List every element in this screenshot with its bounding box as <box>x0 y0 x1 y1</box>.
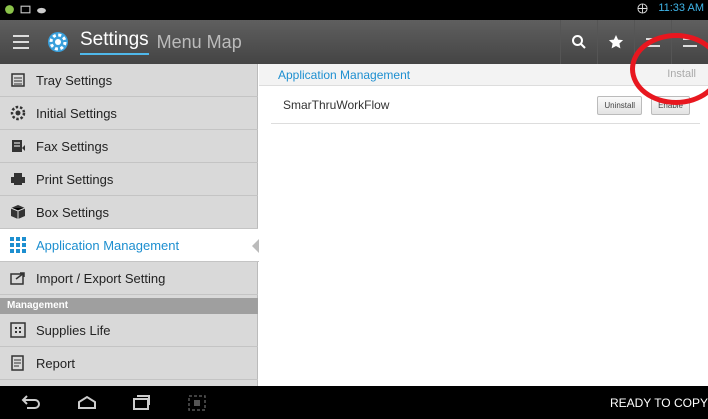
sidebar-item-label: Initial Settings <box>36 105 117 121</box>
app-header: Settings Menu Map <box>0 20 708 64</box>
device-status: READY TO COPY <box>609 396 708 410</box>
recent-apps-icon[interactable] <box>130 394 152 412</box>
clock: 11:33 AM <box>658 2 704 14</box>
uninstall-button[interactable]: Uninstall <box>597 96 642 115</box>
sidebar-item-print-settings[interactable]: Print Settings <box>0 163 258 196</box>
section-header-management: Management <box>0 298 258 314</box>
report-icon <box>10 355 26 371</box>
page-title: Settings <box>80 29 149 55</box>
notification-icon <box>5 5 14 14</box>
sidebar-item-fax-settings[interactable]: Fax Settings <box>0 130 258 163</box>
import-export-icon <box>10 270 26 286</box>
sidebar: Tray Settings Initial Settings Fax Setti… <box>0 64 261 386</box>
grid-icon <box>10 237 26 253</box>
cloud-icon <box>37 7 46 14</box>
sidebar-item-supplies-life[interactable]: Supplies Life <box>0 314 258 347</box>
home-icon[interactable] <box>76 394 98 412</box>
supplies-icon <box>10 322 26 338</box>
app-row: SmarThruWorkFlow Uninstall Enable <box>271 86 700 124</box>
favorite-button[interactable] <box>597 20 634 64</box>
sidebar-item-label: Box Settings <box>36 204 109 220</box>
settings-icon <box>10 105 26 121</box>
notification-icons <box>4 4 47 15</box>
sidebar-item-label: Fax Settings <box>36 138 109 154</box>
sidebar-item-label: Print Settings <box>36 171 114 187</box>
sidebar-item-label: Report <box>36 355 76 371</box>
section-title: Application Management <box>278 68 411 82</box>
screenshot-icon[interactable] <box>186 394 208 412</box>
tray-icon <box>10 72 26 88</box>
status-bar: 11:33 AM <box>0 0 708 20</box>
sidebar-item-import-export[interactable]: Import / Export Setting <box>0 262 258 295</box>
back-icon[interactable] <box>20 394 42 412</box>
sidebar-item-initial-settings[interactable]: Initial Settings <box>0 97 258 130</box>
search-button[interactable] <box>560 20 597 64</box>
menu-icon[interactable] <box>0 20 42 64</box>
fax-icon <box>10 138 26 154</box>
menu-map-link[interactable]: Menu Map <box>157 32 242 53</box>
sidebar-item-label: Application Management <box>36 237 180 253</box>
printer-icon <box>10 171 26 187</box>
box-icon <box>10 204 26 220</box>
gear-icon <box>42 20 74 64</box>
search-icon <box>572 35 586 49</box>
sidebar-item-label: Supplies Life <box>36 322 111 338</box>
app-name: SmarThruWorkFlow <box>283 98 390 112</box>
sidebar-item-box-settings[interactable]: Box Settings <box>0 196 258 229</box>
sidebar-item-label: Import / Export Setting <box>36 270 166 286</box>
star-icon <box>608 35 624 49</box>
sidebar-item-tray-settings[interactable]: Tray Settings <box>0 64 258 97</box>
main-panel: Application Management Install SmarThruW… <box>259 64 708 386</box>
sidebar-item-label: Tray Settings <box>36 72 113 88</box>
sidebar-item-application-management[interactable]: Application Management <box>0 229 261 262</box>
sidebar-item-report[interactable]: Report <box>0 347 258 380</box>
globe-icon <box>637 2 648 14</box>
navigation-bar: READY TO COPY <box>0 386 708 419</box>
image-icon <box>20 5 31 14</box>
